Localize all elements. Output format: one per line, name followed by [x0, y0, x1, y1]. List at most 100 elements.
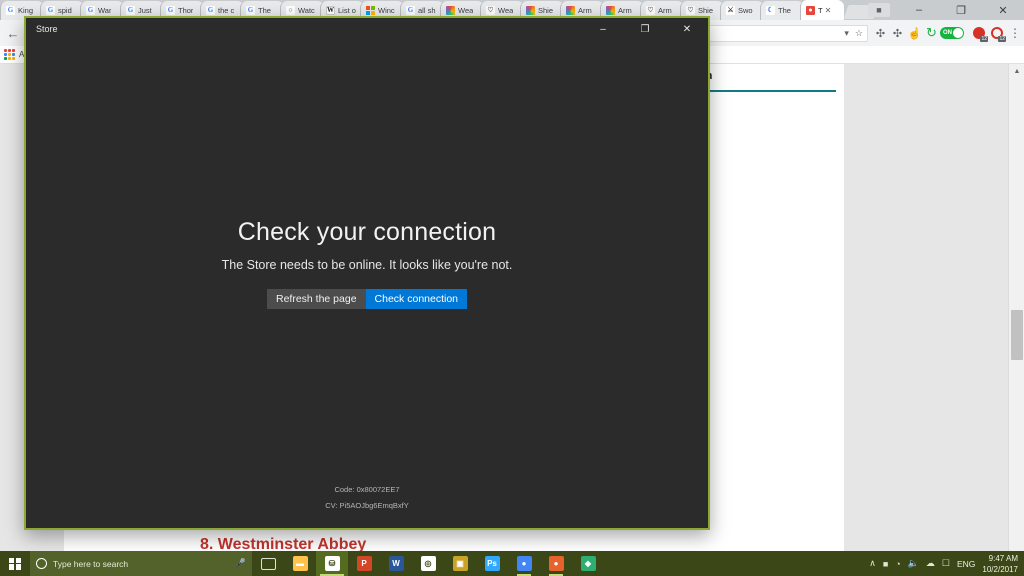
taskbar-app-powerpoint[interactable]: P [348, 551, 380, 576]
badge-icon-2[interactable]: 12 [988, 20, 1006, 46]
wikipedia-favicon: W [326, 6, 335, 15]
google-favicon: G [246, 6, 255, 15]
language-indicator[interactable]: ENG [957, 559, 975, 569]
task-view-icon[interactable] [252, 551, 284, 576]
browser-tab[interactable]: ⚔ Swo [720, 1, 764, 20]
puzzle-piece-icon-2[interactable]: ✣ [889, 20, 906, 46]
wifi-icon[interactable]: ◔ [895, 559, 900, 569]
green-diamond-app-icon: ◆ [580, 556, 596, 571]
badge-count-1: 12 [980, 36, 988, 42]
tab-label: Shie [538, 6, 554, 15]
google-favicon: G [406, 6, 415, 15]
tray-chevron-icon[interactable]: ∧ [869, 558, 876, 569]
windows-taskbar: Type here to search 🎤 ▬ ⛁ P W ◎ ▣ Ps ● ● ◆ ∧ ■ ◔ … [0, 551, 1024, 576]
tab-label: Wea [458, 6, 474, 15]
apps-grid-icon[interactable] [4, 49, 15, 60]
tab-label: King [18, 6, 34, 15]
tab-label: T [818, 5, 823, 15]
tab-close-icon[interactable]: ✕ [825, 6, 832, 15]
back-arrow-icon[interactable]: ← [0, 20, 26, 46]
microphone-icon[interactable]: 🎤 [235, 558, 246, 569]
clock-time: 9:47 AM [988, 553, 1018, 563]
taskbar-app-microsoft-store[interactable]: ⛁ [316, 551, 348, 576]
page-scrollbar[interactable]: ▲ [1008, 64, 1024, 552]
photoshop-icon: Ps [484, 556, 500, 571]
tab-label: Arm [658, 6, 672, 15]
keyboard-icon[interactable]: ☐ [942, 558, 950, 569]
omnibox-dropdown-icon[interactable]: ▾ [844, 28, 849, 39]
battery-icon[interactable]: ■ [883, 559, 888, 569]
google-favicon: G [6, 6, 15, 15]
scrollbar-thumb[interactable] [1011, 310, 1023, 360]
store-title-bar[interactable]: Store – ❐ ✕ [26, 18, 708, 40]
pointer-icon[interactable]: ☝ [906, 20, 923, 46]
tab-label: List o [338, 6, 356, 15]
taskbar-search-input[interactable]: Type here to search 🎤 [30, 551, 252, 576]
browser-tab[interactable]: ● T ✕ [800, 0, 844, 20]
taskbar-app-firefox-like-app[interactable]: ● [540, 551, 572, 576]
firefox-like-app-icon: ● [548, 556, 564, 571]
file-explorer-icon: ▬ [292, 556, 308, 571]
bookmark-star-icon[interactable]: ☆ [855, 28, 863, 39]
refresh-the-page-button[interactable]: Refresh the page [266, 289, 366, 309]
red-favicon: ● [806, 5, 815, 15]
onedrive-icon[interactable]: ☁ [926, 558, 935, 569]
speaker-icon[interactable]: 🔈 [908, 558, 919, 569]
google-favicon: G [46, 6, 55, 15]
rainbow-favicon [606, 6, 615, 15]
spiral-app-icon: ◎ [420, 556, 436, 571]
store-close-button[interactable]: ✕ [666, 18, 708, 40]
moon-favicon: ☾ [766, 6, 775, 15]
store-window-controls: – ❐ ✕ [582, 18, 708, 40]
scroll-up-arrow-icon[interactable]: ▲ [1009, 64, 1024, 78]
badge-icon-1[interactable]: 12 [970, 20, 988, 46]
tab-label: Swo [738, 6, 753, 15]
store-minimize-button[interactable]: – [582, 18, 624, 40]
error-code: Code: 0x80072EE7 [334, 485, 400, 494]
word-icon: W [388, 556, 404, 571]
minimize-button[interactable]: – [898, 0, 940, 20]
taskbar-app-file-explorer[interactable]: ▬ [284, 551, 316, 576]
chrome-icon: ● [516, 556, 532, 571]
tab-label: Winc [378, 6, 395, 15]
close-button[interactable]: ✕ [982, 0, 1024, 20]
chrome-menu-icon[interactable]: ⋮ [1006, 20, 1024, 46]
tab-label: Arm [578, 6, 592, 15]
tab-label: Wea [498, 6, 514, 15]
heart-favicon: ♡ [646, 6, 655, 15]
error-subtitle: The Store needs to be online. It looks l… [221, 258, 513, 272]
taskbar-app-spiral-app[interactable]: ◎ [412, 551, 444, 576]
search-placeholder: Type here to search [53, 558, 129, 569]
tab-label: Just [138, 6, 152, 15]
browser-tab[interactable]: ☾ The [760, 1, 804, 20]
windows-start-icon[interactable] [0, 551, 30, 576]
taskbar-clock[interactable]: 9:47 AM 10/2/2017 [982, 553, 1018, 575]
rainbow-favicon [526, 6, 535, 15]
taskbar-app-photoshop[interactable]: Ps [476, 551, 508, 576]
history-clock-icon[interactable]: ↻ [923, 20, 940, 46]
store-maximize-button[interactable]: ❐ [624, 18, 666, 40]
tab-label: Thor [178, 6, 194, 15]
extension-toggle-on[interactable]: ON [940, 27, 964, 39]
tab-label: spid [58, 6, 72, 15]
badge-count-2: 12 [998, 36, 1006, 42]
maximize-button[interactable]: ❐ [940, 0, 982, 20]
puzzle-piece-icon[interactable]: ✣ [872, 20, 889, 46]
taskbar-app-green-diamond-app[interactable]: ◆ [572, 551, 604, 576]
check-connection-button[interactable]: Check connection [365, 289, 468, 309]
tab-label: The [778, 6, 791, 15]
profile-avatar[interactable]: ■ [868, 3, 890, 17]
taskbar-app-word[interactable]: W [380, 551, 412, 576]
taskbar-app-picture-app[interactable]: ▣ [444, 551, 476, 576]
heart-favicon: ♡ [486, 6, 495, 15]
cortana-circle-icon [36, 558, 47, 569]
tab-label: the c [218, 6, 235, 15]
tab-label: War [98, 6, 112, 15]
google-favicon: G [206, 6, 215, 15]
google-favicon: G [86, 6, 95, 15]
system-tray: ∧ ■ ◔ 🔈 ☁ ☐ ENG 9:47 AM 10/2/2017 [869, 551, 1024, 576]
taskbar-app-chrome[interactable]: ● [508, 551, 540, 576]
heart-favicon: ♡ [686, 6, 695, 15]
sword-favicon: ⚔ [726, 6, 735, 15]
error-action-buttons: Refresh the page Check connection [266, 289, 468, 309]
